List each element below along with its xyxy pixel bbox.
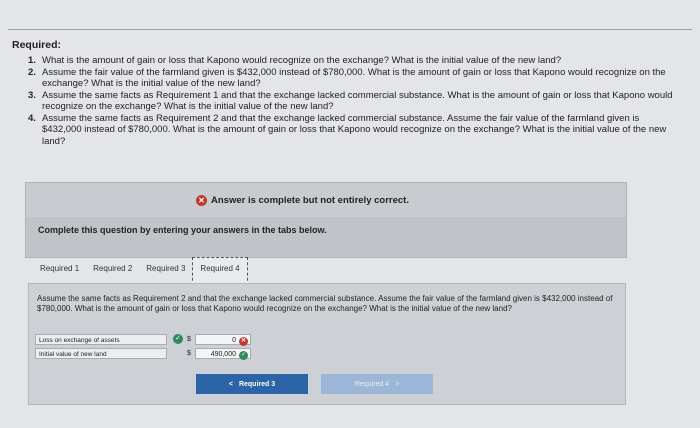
next-button-label: Required 4 xyxy=(354,380,390,388)
requirement-text: What is the amount of gain or loss that … xyxy=(42,55,562,66)
requirement-number: 2. xyxy=(28,66,36,78)
tab-required-1[interactable]: Required 1 xyxy=(33,258,86,284)
requirement-text: Assume the same facts as Requirement 1 a… xyxy=(42,89,673,113)
answer-value: 490,000 xyxy=(210,350,236,358)
answer-row: Initial value of new land $ 490,000 ✓ xyxy=(35,346,251,360)
answer-label: Loss on exchange of assets xyxy=(35,333,167,345)
currency-symbol: $ xyxy=(187,349,191,357)
correct-check-icon: ✓ xyxy=(239,350,248,360)
prev-button-label: Required 3 xyxy=(238,380,276,388)
currency-symbol: $ xyxy=(187,335,191,343)
answer-status-banner: ✕ Answer is complete but not entirely co… xyxy=(25,182,627,218)
answer-row: Loss on exchange of assets ✓ $ 0 ✕ xyxy=(35,332,251,346)
prev-required-button[interactable]: < Required 3 xyxy=(196,374,308,394)
top-divider xyxy=(8,29,692,30)
requirement-text: Assume the fair value of the farmland gi… xyxy=(42,66,666,90)
requirement-text: Assume the same facts as Requirement 2 a… xyxy=(42,112,667,147)
incorrect-x-icon: ✕ xyxy=(239,336,248,346)
tab-required-3[interactable]: Required 3 xyxy=(139,258,192,284)
tab-required-2[interactable]: Required 2 xyxy=(86,258,139,284)
requirement-item: 4. Assume the same facts as Requirement … xyxy=(28,112,680,148)
requirements-list: 1. What is the amount of gain or loss th… xyxy=(28,55,680,148)
loss-on-exchange-input[interactable]: 0 ✕ xyxy=(195,333,251,346)
instructions-text: Complete this question by entering your … xyxy=(38,225,327,235)
initial-value-input[interactable]: 490,000 ✓ xyxy=(195,347,251,360)
error-x-icon: ✕ xyxy=(196,195,207,206)
requirement-number: 3. xyxy=(28,89,36,101)
required-heading: Required: xyxy=(12,39,62,51)
requirement-item: 2. Assume the fair value of the farmland… xyxy=(28,66,680,90)
chevron-right-icon: > xyxy=(395,380,400,388)
tab-required-4[interactable]: Required 4 xyxy=(192,257,248,286)
answer-value: 0 xyxy=(232,336,236,344)
requirement-number: 1. xyxy=(28,55,36,66)
answer-table: Loss on exchange of assets ✓ $ 0 ✕ Initi… xyxy=(35,332,251,360)
next-required-button[interactable]: Required 4 > xyxy=(321,374,433,394)
requirement-prompt: Assume the same facts as Requirement 2 a… xyxy=(37,294,613,313)
requirement-tabs: Required 1 Required 2 Required 3 Require… xyxy=(33,257,248,286)
answer-status-text: Answer is complete but not entirely corr… xyxy=(211,195,409,206)
answer-label: Initial value of new land xyxy=(35,347,167,359)
check-icon: ✓ xyxy=(173,334,183,344)
instructions-bar: Complete this question by entering your … xyxy=(25,217,627,258)
requirement-item: 3. Assume the same facts as Requirement … xyxy=(28,89,680,113)
requirement-number: 4. xyxy=(28,112,36,124)
requirement-item: 1. What is the amount of gain or loss th… xyxy=(28,55,680,67)
chevron-left-icon: < xyxy=(228,380,233,388)
